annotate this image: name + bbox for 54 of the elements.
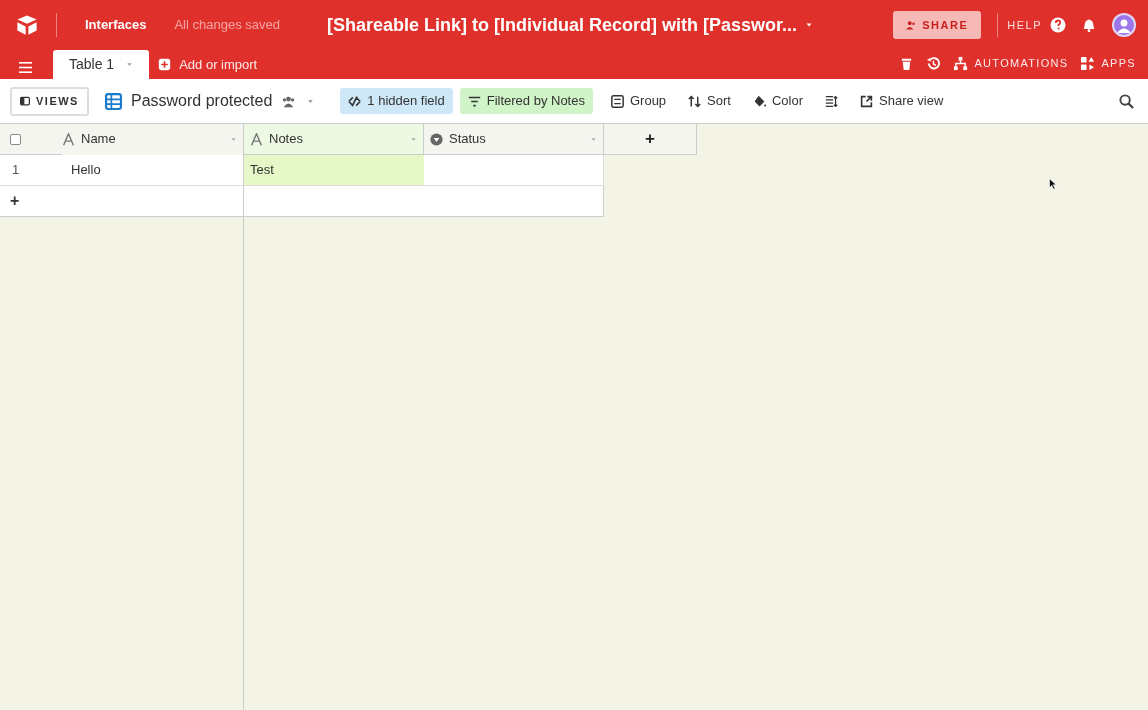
help-icon[interactable] (1050, 17, 1066, 33)
select-all-checkbox[interactable] (10, 133, 21, 145)
chevron-circle-icon (430, 132, 443, 146)
help-link[interactable]: HELP (1007, 16, 1042, 34)
apps-button[interactable]: APPS (1080, 54, 1136, 72)
shapes-icon (1080, 55, 1096, 71)
plus-square-icon (158, 58, 172, 71)
row-height-icon (825, 94, 839, 108)
caret-icon (307, 97, 315, 105)
hidden-fields-button[interactable]: 1 hidden field (340, 88, 453, 114)
caret-icon (410, 135, 417, 143)
sort-arrows-icon (688, 94, 702, 108)
caret-icon (126, 61, 134, 68)
avatar-icon[interactable] (1112, 13, 1136, 37)
add-column-button[interactable]: + (604, 124, 697, 155)
add-row-button[interactable]: + (0, 189, 20, 213)
base-title[interactable]: [Shareable Link] to [Individual Record] with [Passwor... (326, 11, 813, 39)
grid-icon (104, 92, 122, 110)
color-button[interactable]: Color (744, 88, 812, 114)
text-field-icon (62, 132, 75, 146)
filter-button[interactable]: Filtered by Notes (459, 88, 593, 114)
logo-icon (14, 14, 40, 36)
automations-button[interactable]: AUTOMATIONS (953, 54, 1069, 72)
caret-icon (805, 21, 813, 29)
table-tab[interactable]: Table 1 (53, 50, 150, 79)
sidebar-icon (20, 96, 30, 106)
notifications-icon[interactable] (1082, 17, 1096, 33)
column-header[interactable]: Notes (244, 124, 424, 155)
caret-icon (230, 135, 237, 143)
search-icon (1119, 93, 1134, 109)
row-number: 1 (11, 161, 21, 180)
views-button[interactable]: VIEWS (10, 86, 89, 116)
table-cell-text: Hello (71, 161, 101, 180)
table-cell-text: Test (250, 161, 274, 180)
share-view-button[interactable]: Share view (852, 88, 952, 114)
hierarchy-icon (953, 55, 969, 71)
eye-slash-icon (348, 94, 362, 108)
list-icon (610, 94, 624, 108)
column-header[interactable]: Status (424, 124, 604, 155)
paint-bucket-icon (752, 94, 766, 108)
bell-icon (1082, 17, 1096, 33)
text-field-icon (250, 132, 263, 146)
question-icon (1050, 17, 1066, 33)
history-icon[interactable] (926, 55, 942, 71)
sort-button[interactable]: Sort (680, 88, 739, 114)
save-status: All changes saved (174, 16, 280, 35)
interfaces-link[interactable]: Interfaces (85, 15, 147, 35)
external-link-icon (860, 94, 874, 108)
caret-icon (590, 135, 597, 143)
add-import-button[interactable]: Add or import (158, 50, 258, 79)
group-button[interactable]: Group (602, 88, 675, 114)
filter-icon (467, 94, 481, 108)
people-icon (906, 20, 917, 30)
view-name[interactable]: Password protected (104, 89, 315, 113)
